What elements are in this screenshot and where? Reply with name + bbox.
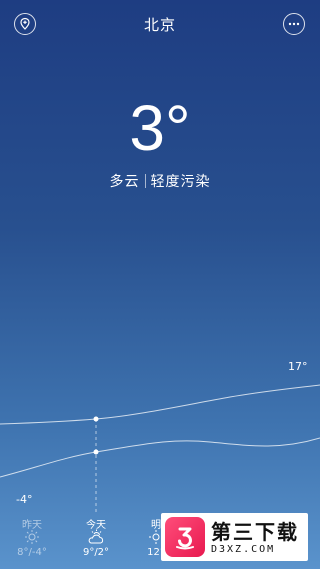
day-temperature-range: 9°/2° <box>82 547 110 558</box>
forecast-day-today[interactable]: 今天 9°/2° <box>76 516 116 558</box>
today-high-point <box>93 416 99 422</box>
divider <box>144 174 146 188</box>
site-watermark: 第三下载 D3XZ.COM <box>161 513 308 561</box>
today-low-point <box>93 449 99 455</box>
temperature-trend-chart <box>0 384 320 515</box>
low-temperature-label: -4° <box>16 493 33 506</box>
sun-icon <box>12 529 52 545</box>
top-bar: 北京 <box>0 0 320 50</box>
high-temperature-label: 17° <box>288 360 308 373</box>
city-title: 北京 <box>143 16 176 34</box>
watermark-logo-icon <box>165 517 205 557</box>
more-options-button[interactable] <box>283 13 305 35</box>
day-name: 今天 <box>86 520 106 531</box>
forecast-day-yesterday[interactable]: 昨天 8°/-4° <box>12 516 52 558</box>
weather-condition: 多云 <box>109 174 140 190</box>
high-temperature-curve <box>0 384 320 425</box>
day-temperature-range: 8°/-4° <box>17 547 47 558</box>
watermark-title: 第三下载 <box>211 519 299 544</box>
condition-row[interactable]: 多云 轻度污染 <box>0 171 320 191</box>
more-dots-icon <box>288 22 300 26</box>
low-temperature-curve <box>0 437 320 478</box>
air-quality: 轻度污染 <box>150 174 211 190</box>
watermark-subtitle: D3XZ.COM <box>211 543 276 555</box>
current-temperature: 3° <box>129 92 191 164</box>
day-name: 昨天 <box>22 520 42 531</box>
partly-cloudy-icon <box>76 529 116 545</box>
